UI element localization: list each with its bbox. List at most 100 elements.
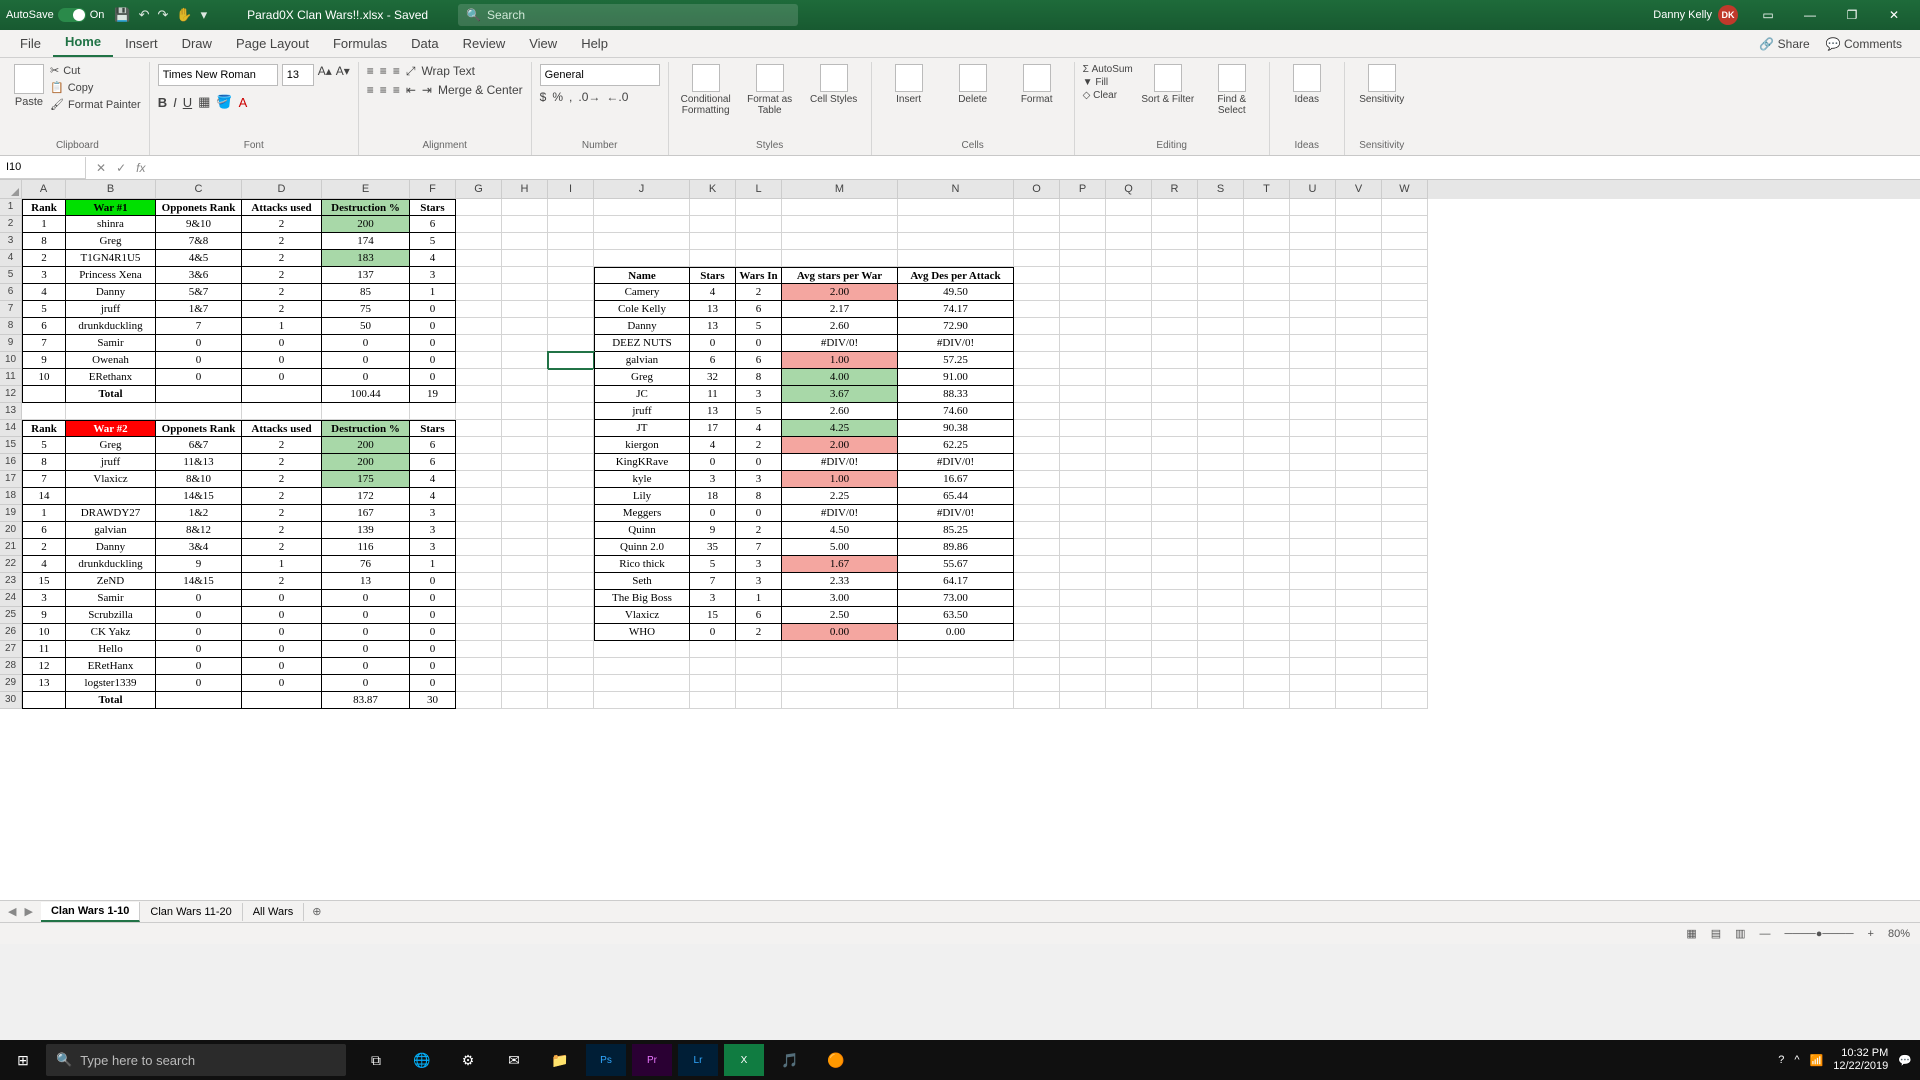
cell[interactable]: [1060, 386, 1106, 403]
cell[interactable]: 200: [322, 216, 410, 233]
cell[interactable]: 5: [690, 556, 736, 573]
cell[interactable]: [1152, 675, 1198, 692]
cell[interactable]: Wars In: [736, 267, 782, 284]
col-header-V[interactable]: V: [1336, 180, 1382, 199]
cell[interactable]: [782, 216, 898, 233]
cell[interactable]: 0: [322, 607, 410, 624]
cell[interactable]: 2: [242, 437, 322, 454]
cell[interactable]: 0: [322, 369, 410, 386]
cell[interactable]: 0: [322, 590, 410, 607]
cell[interactable]: 4&5: [156, 250, 242, 267]
cell[interactable]: [456, 216, 502, 233]
cell[interactable]: Scrubzilla: [66, 607, 156, 624]
cell[interactable]: 90.38: [898, 420, 1014, 437]
view-normal-icon[interactable]: ▦: [1686, 927, 1696, 940]
cell[interactable]: [1290, 420, 1336, 437]
cell[interactable]: [1060, 607, 1106, 624]
sort-filter-button[interactable]: Sort & Filter: [1139, 64, 1197, 105]
find-select-button[interactable]: Find & Select: [1203, 64, 1261, 116]
cell[interactable]: [782, 658, 898, 675]
cell[interactable]: [1244, 216, 1290, 233]
cell[interactable]: [1106, 573, 1152, 590]
cell[interactable]: [1106, 318, 1152, 335]
cell[interactable]: 0: [322, 675, 410, 692]
fill-color-button[interactable]: 🪣: [216, 94, 232, 110]
cell[interactable]: 1: [242, 556, 322, 573]
cell[interactable]: 15: [690, 607, 736, 624]
cell[interactable]: [1198, 607, 1244, 624]
cell[interactable]: [410, 403, 456, 420]
cell[interactable]: 17: [690, 420, 736, 437]
cell[interactable]: [456, 573, 502, 590]
cell[interactable]: [690, 641, 736, 658]
cell[interactable]: 5&7: [156, 284, 242, 301]
cell[interactable]: [1290, 590, 1336, 607]
cell[interactable]: [502, 216, 548, 233]
cell[interactable]: [1290, 369, 1336, 386]
format-as-table-button[interactable]: Format as Table: [741, 64, 799, 116]
cell[interactable]: [594, 250, 690, 267]
currency-icon[interactable]: $: [540, 90, 547, 104]
cell[interactable]: [1198, 522, 1244, 539]
cell[interactable]: [1014, 539, 1060, 556]
cell[interactable]: 4: [690, 437, 736, 454]
cell[interactable]: 0: [322, 624, 410, 641]
col-header-W[interactable]: W: [1382, 180, 1428, 199]
qat-dropdown-icon[interactable]: ▾: [201, 7, 208, 23]
cell[interactable]: 2: [736, 284, 782, 301]
cell[interactable]: 0: [156, 675, 242, 692]
cell[interactable]: [1244, 403, 1290, 420]
cell[interactable]: [1244, 369, 1290, 386]
cell[interactable]: [1382, 607, 1428, 624]
cell[interactable]: 72.90: [898, 318, 1014, 335]
cell[interactable]: [1244, 692, 1290, 709]
delete-cells-button[interactable]: Delete: [944, 64, 1002, 105]
cell[interactable]: [1198, 454, 1244, 471]
cell[interactable]: [1198, 250, 1244, 267]
cell[interactable]: [1336, 250, 1382, 267]
cell[interactable]: [1152, 301, 1198, 318]
cell[interactable]: [736, 692, 782, 709]
cell[interactable]: [1290, 403, 1336, 420]
cell[interactable]: [1244, 658, 1290, 675]
cell[interactable]: shinra: [66, 216, 156, 233]
row-header[interactable]: 27: [0, 641, 22, 658]
cell[interactable]: [156, 403, 242, 420]
row-header[interactable]: 9: [0, 335, 22, 352]
cell[interactable]: 65.44: [898, 488, 1014, 505]
cell[interactable]: Danny: [66, 539, 156, 556]
cell[interactable]: 7&8: [156, 233, 242, 250]
cell[interactable]: [1336, 301, 1382, 318]
cell[interactable]: 7: [690, 573, 736, 590]
cell[interactable]: 6: [690, 352, 736, 369]
search-box[interactable]: 🔍 Search: [458, 4, 798, 26]
cell[interactable]: 4: [690, 284, 736, 301]
cell[interactable]: Vlaxicz: [66, 471, 156, 488]
cell[interactable]: [1290, 335, 1336, 352]
cell[interactable]: [1014, 369, 1060, 386]
cell[interactable]: [22, 403, 66, 420]
cell[interactable]: 75: [322, 301, 410, 318]
cell[interactable]: [548, 369, 594, 386]
cell[interactable]: [1106, 624, 1152, 641]
cell[interactable]: [1152, 505, 1198, 522]
cell[interactable]: 1: [410, 556, 456, 573]
cut-button[interactable]: ✂ Cut: [50, 64, 141, 77]
cell[interactable]: [1290, 522, 1336, 539]
align-center-icon[interactable]: ≡: [380, 83, 387, 97]
cell[interactable]: [1014, 352, 1060, 369]
cell[interactable]: [1106, 352, 1152, 369]
row-header[interactable]: 11: [0, 369, 22, 386]
cell[interactable]: [548, 284, 594, 301]
cell[interactable]: [548, 420, 594, 437]
cell[interactable]: [1290, 199, 1336, 216]
cell[interactable]: 0: [410, 590, 456, 607]
cell[interactable]: [1290, 692, 1336, 709]
cell[interactable]: [1382, 369, 1428, 386]
cell[interactable]: 0: [156, 658, 242, 675]
row-header[interactable]: 17: [0, 471, 22, 488]
cell[interactable]: [456, 658, 502, 675]
cell[interactable]: [1152, 539, 1198, 556]
comments-button[interactable]: 💬 Comments: [1826, 37, 1902, 51]
cell[interactable]: CK Yakz: [66, 624, 156, 641]
